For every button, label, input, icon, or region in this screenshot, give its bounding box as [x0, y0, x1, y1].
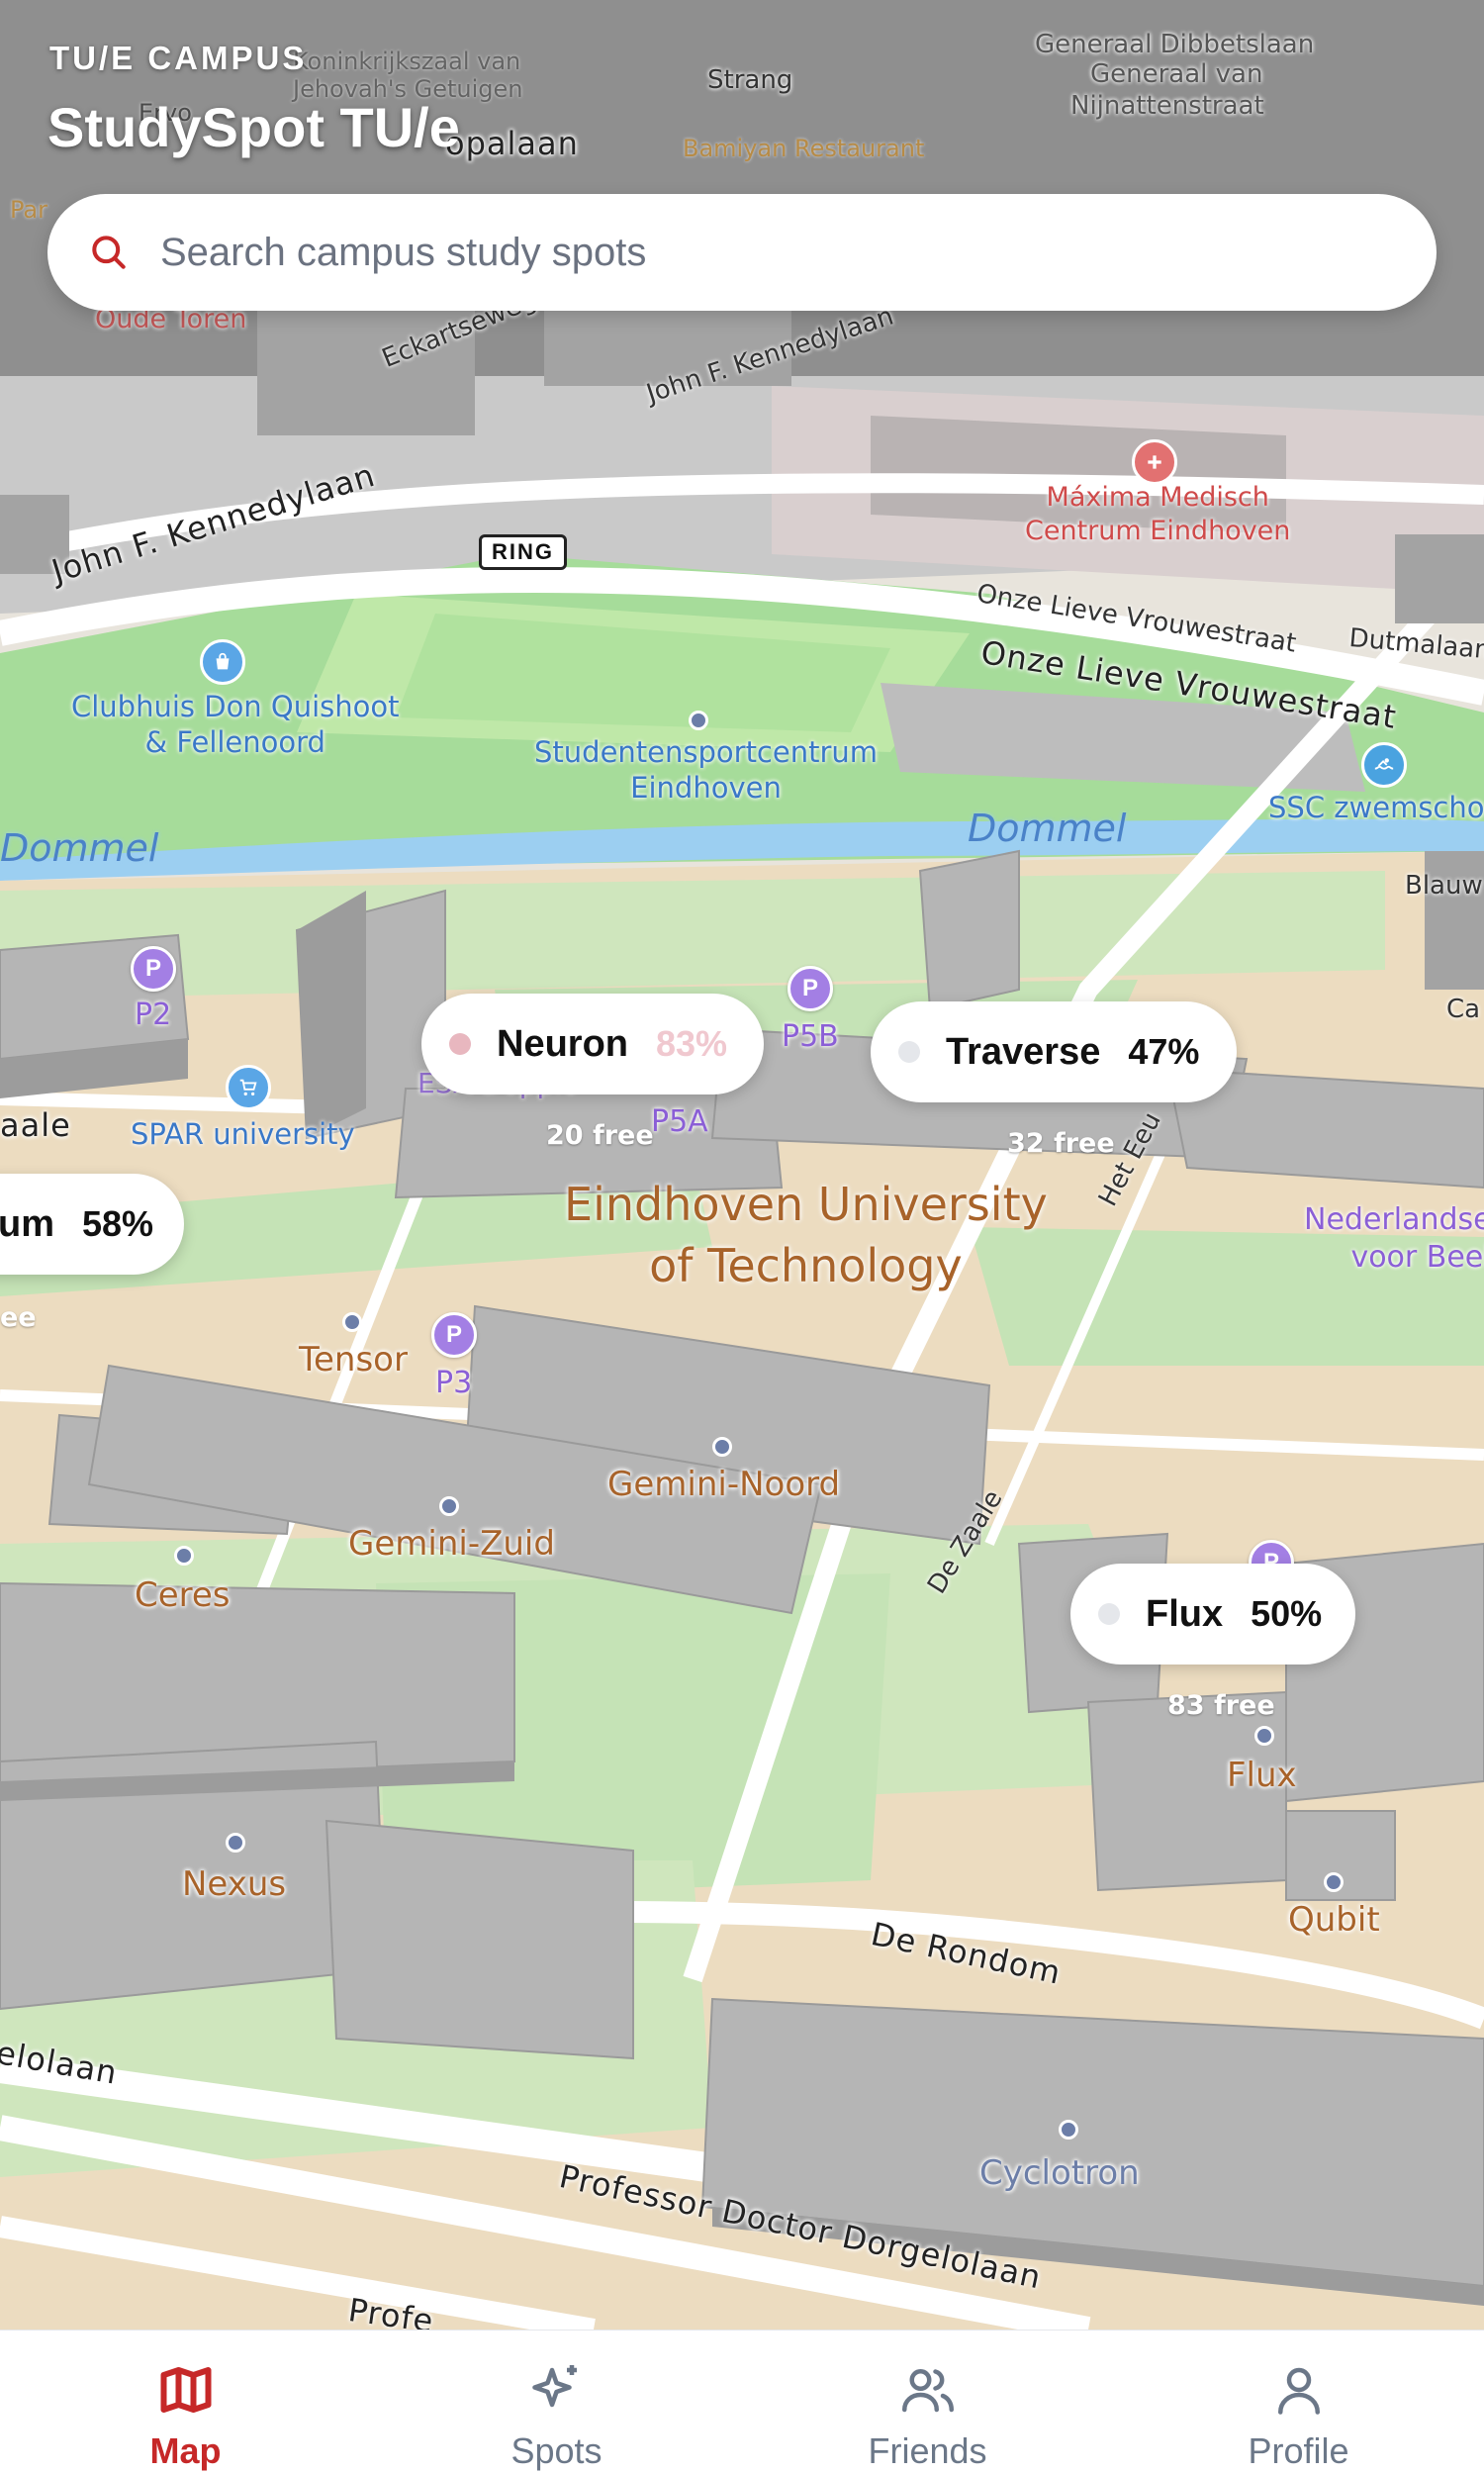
building-tensor[interactable]: Tensor	[299, 1340, 408, 1380]
app-title: StudySpot TU/e	[47, 96, 460, 158]
tab-map[interactable]: Map	[0, 2331, 371, 2474]
parking-pin[interactable]: P	[131, 946, 176, 992]
building-dot	[1059, 2120, 1078, 2140]
parking-label-p3: P3	[435, 1366, 473, 1400]
poi-maxima[interactable]: Máxima Medisch Centrum Eindhoven	[1025, 481, 1290, 548]
spot-name: Flux	[1146, 1592, 1224, 1635]
occupancy-dot	[449, 1033, 471, 1055]
swimming-icon[interactable]	[1361, 742, 1407, 788]
poi-par: Par	[10, 196, 47, 224]
poi-sportcentrum[interactable]: Studentensportcentrum Eindhoven	[534, 734, 878, 807]
tab-label: Map	[149, 2430, 222, 2471]
free-seats-neuron: 20 free	[546, 1120, 654, 1151]
river-label: Dommel	[968, 807, 1127, 850]
search-input[interactable]	[158, 229, 1349, 276]
building-dot	[712, 1437, 732, 1457]
road-label: Strang	[707, 65, 793, 95]
poi-bamiyan[interactable]: Bamiyan Restaurant	[683, 135, 924, 162]
ring-road-sign: RING	[479, 534, 567, 570]
building-dot	[174, 1546, 194, 1566]
free-seats-traverse: 32 free	[1007, 1128, 1115, 1159]
tab-label: Spots	[510, 2430, 603, 2471]
parking-pin[interactable]: P	[431, 1312, 477, 1358]
spot-occupancy: 58%	[82, 1203, 154, 1244]
occupancy-dot	[1098, 1603, 1120, 1625]
building-flux[interactable]: Flux	[1227, 1756, 1297, 1795]
search-icon	[87, 231, 131, 274]
tab-friends[interactable]: Friends	[742, 2331, 1113, 2474]
building-gemini-noord[interactable]: Gemini-Noord	[607, 1465, 840, 1504]
road-label: aale	[0, 1106, 71, 1144]
building-dot	[439, 1496, 459, 1516]
poi-tue[interactable]: Eindhoven University of Technology	[564, 1174, 1048, 1296]
spot-name: um	[0, 1202, 54, 1245]
building-cyclotron[interactable]: Cyclotron	[979, 2153, 1140, 2193]
bottom-tab-bar: Map Spots Friends Profile	[0, 2330, 1484, 2474]
tab-label: Friends	[868, 2430, 987, 2471]
building-nexus[interactable]: Nexus	[182, 1864, 286, 1904]
road-label: Generaal van	[1090, 59, 1263, 89]
user-icon	[1269, 2360, 1329, 2425]
poi-ssc[interactable]: SSC zwemschoo	[1268, 790, 1484, 825]
spot-callout-neuron[interactable]: Neuron 83%	[421, 994, 764, 1094]
road-label: Ca	[1446, 995, 1481, 1024]
spot-occupancy: 50%	[1251, 1593, 1323, 1634]
building-gemini-zuid[interactable]: Gemini-Zuid	[348, 1524, 555, 1564]
parking-pin[interactable]: P	[788, 966, 833, 1011]
spot-callout-flux[interactable]: Flux 50%	[1070, 1564, 1355, 1665]
river-label: Dommel	[0, 826, 159, 870]
spot-name: Neuron	[497, 1022, 628, 1065]
poi-clubhuis[interactable]: Clubhuis Don Quishoot & Fellenoord	[71, 689, 400, 761]
tab-profile[interactable]: Profile	[1113, 2331, 1484, 2474]
header-subtitle: TU/E CAMPUS	[49, 40, 308, 76]
free-seats-atrium: ee	[0, 1302, 37, 1333]
road-label: Nijnattenstraat	[1070, 91, 1264, 121]
shopping-cart-icon[interactable]	[226, 1065, 271, 1110]
spot-name: Traverse	[946, 1030, 1101, 1073]
map-icon	[156, 2360, 216, 2425]
hospital-icon[interactable]	[1132, 439, 1177, 485]
parking-label-p2: P2	[135, 998, 172, 1032]
building-ceres[interactable]: Ceres	[135, 1575, 231, 1615]
search-bar[interactable]	[47, 194, 1437, 311]
parking-label-p5b: P5B	[782, 1019, 839, 1054]
road-label: Blauw	[1405, 871, 1483, 901]
users-icon	[898, 2360, 958, 2425]
spot-occupancy: 47%	[1128, 1031, 1200, 1072]
tab-label: Profile	[1248, 2430, 1349, 2471]
building-qubit[interactable]: Qubit	[1288, 1900, 1380, 1940]
poi-spar[interactable]: SPAR university	[131, 1116, 355, 1152]
spot-callout-atrium[interactable]: um 58%	[0, 1174, 184, 1275]
poi-dot	[689, 711, 708, 730]
poi-nederlandse[interactable]: Nederlandse voor Beel	[1304, 1201, 1484, 1276]
occupancy-dot	[898, 1041, 920, 1063]
map-view[interactable]: John F. Kennedylaan John F. Kennedylaan …	[0, 0, 1484, 2474]
building-dot	[342, 1312, 362, 1332]
tab-spots[interactable]: Spots	[371, 2331, 742, 2474]
road-label: Generaal Dibbetslaan	[1035, 30, 1315, 59]
parking-label-p5a: P5A	[651, 1104, 708, 1139]
building-dot	[1254, 1726, 1274, 1746]
spot-callout-traverse[interactable]: Traverse 47%	[871, 1001, 1237, 1102]
spot-occupancy: 83%	[656, 1023, 728, 1064]
building-dot	[226, 1833, 245, 1853]
sparkles-icon	[527, 2360, 587, 2425]
road-label: opalaan	[445, 125, 579, 162]
shopping-icon[interactable]	[200, 639, 245, 685]
building-dot	[1324, 1872, 1344, 1892]
free-seats-flux: 83 free	[1167, 1690, 1275, 1721]
